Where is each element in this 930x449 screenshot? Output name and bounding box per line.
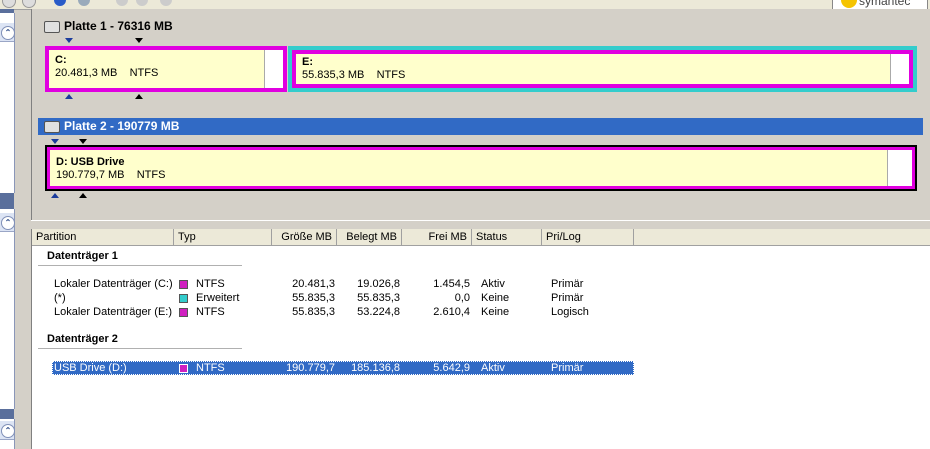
table-row[interactable]: Lokaler Datenträger (E:) NTFS 55.835,3 5… xyxy=(32,305,930,319)
column-header-free[interactable]: Frei MB xyxy=(402,229,472,245)
cell-prilog: Primär xyxy=(551,362,584,374)
cell-status: Keine xyxy=(481,306,510,318)
cell-free: 5.642,9 xyxy=(433,362,470,374)
column-header-size[interactable]: Größe MB xyxy=(272,229,337,245)
help-icon[interactable] xyxy=(54,0,66,6)
cell-type: NTFS xyxy=(196,362,225,374)
group-title: Datenträger 2 xyxy=(47,333,118,345)
partition-marker-icon xyxy=(51,139,59,144)
filesystem-color-icon xyxy=(179,294,188,303)
cell-prilog: Primär xyxy=(551,292,584,304)
collapse-panel-button[interactable]: ⌃ xyxy=(0,23,15,42)
column-header-used[interactable]: Belegt MB xyxy=(337,229,402,245)
partition-marker-icon xyxy=(65,38,73,43)
column-header-partition[interactable]: Partition xyxy=(32,229,174,245)
task-pane: ⌃ ⌃ ⌃ xyxy=(0,9,15,449)
partition-marker-icon xyxy=(79,139,87,144)
cell-free: 1.454,5 xyxy=(433,278,470,290)
undo-icon[interactable] xyxy=(116,0,128,6)
cell-size: 190.779,7 xyxy=(286,362,335,374)
cell-status: Keine xyxy=(481,292,510,304)
partition-free-space xyxy=(890,54,909,84)
chevron-up-icon: ⌃ xyxy=(1,216,15,230)
disk-map: Platte 1 - 76316 MB C: 20.481,3 MB NTFS … xyxy=(31,9,930,220)
list-header: Partition Typ Größe MB Belegt MB Frei MB… xyxy=(32,229,930,246)
cell-partition: Lokaler Datenträger (E:) xyxy=(54,306,172,318)
cell-status: Aktiv xyxy=(481,278,505,290)
disk-header-1[interactable]: Platte 1 - 76316 MB xyxy=(38,18,923,35)
cell-prilog: Primär xyxy=(551,278,584,290)
table-row-selected[interactable]: USB Drive (D:) NTFS 190.779,7 185.136,8 … xyxy=(32,361,930,375)
column-header-prilog[interactable]: Pri/Log xyxy=(542,229,634,245)
toolbar-button-icon[interactable] xyxy=(22,0,36,8)
cell-partition: (*) xyxy=(54,292,66,304)
partition-marker-icon xyxy=(79,193,87,198)
partition-size: 20.481,3 MB NTFS xyxy=(55,67,159,79)
group-title: Datenträger 1 xyxy=(47,250,118,262)
task-panel xyxy=(0,209,15,409)
toolbar-button-icon[interactable] xyxy=(2,0,16,8)
partition-size: 55.835,3 MB NTFS xyxy=(302,69,406,81)
cell-free: 0,0 xyxy=(454,292,470,304)
partition-label: E: xyxy=(302,56,313,68)
group-divider xyxy=(38,348,242,349)
chevron-up-icon: ⌃ xyxy=(1,26,15,40)
disk-header-2[interactable]: Platte 2 - 190779 MB xyxy=(38,118,923,135)
cell-size: 20.481,3 xyxy=(292,278,335,290)
partition-list: Partition Typ Größe MB Belegt MB Frei MB… xyxy=(31,229,930,449)
cell-status: Aktiv xyxy=(481,362,505,374)
cell-free: 2.610,4 xyxy=(433,306,470,318)
filesystem-color-icon xyxy=(179,280,188,289)
partition-free-space xyxy=(264,50,283,88)
cell-partition: Lokaler Datenträger (C:) xyxy=(54,278,173,290)
hard-disk-icon xyxy=(44,121,60,133)
cell-prilog: Logisch xyxy=(551,306,589,318)
partition-d[interactable]: D: USB Drive 190.779,7 MB NTFS xyxy=(47,147,915,189)
cell-used: 19.026,8 xyxy=(357,278,400,290)
partition-marker-icon xyxy=(135,38,143,43)
partition-size: 190.779,7 MB NTFS xyxy=(56,169,166,181)
partition-e[interactable]: E: 55.835,3 MB NTFS xyxy=(292,50,913,88)
partition-label: C: xyxy=(55,54,67,66)
filesystem-color-icon xyxy=(179,364,188,373)
partition-marker-icon xyxy=(51,193,59,198)
collapse-panel-button[interactable]: ⌃ xyxy=(0,421,15,440)
cell-type: Erweitert xyxy=(196,292,240,304)
hard-disk-icon xyxy=(44,21,60,33)
partition-label: D: USB Drive xyxy=(56,156,125,168)
chevron-up-icon: ⌃ xyxy=(1,424,15,438)
cell-type: NTFS xyxy=(196,278,225,290)
cell-partition: USB Drive (D:) xyxy=(54,362,127,374)
table-row[interactable]: (*) Erweitert 55.835,3 55.835,3 0,0 Kein… xyxy=(32,291,930,305)
cell-used: 185.136,8 xyxy=(351,362,400,374)
usb-drive-partition-frame[interactable]: D: USB Drive 190.779,7 MB NTFS xyxy=(45,145,917,191)
extended-partition[interactable]: E: 55.835,3 MB NTFS xyxy=(288,46,917,92)
cell-used: 55.835,3 xyxy=(357,292,400,304)
collapse-panel-button[interactable]: ⌃ xyxy=(0,213,15,232)
redo-icon[interactable] xyxy=(136,0,148,6)
cell-used: 53.224,8 xyxy=(357,306,400,318)
cell-size: 55.835,3 xyxy=(292,306,335,318)
disk-title: Platte 2 - 190779 MB xyxy=(64,119,180,133)
partition-marker-icon xyxy=(135,94,143,99)
partition-free-space xyxy=(887,150,912,186)
partition-c[interactable]: C: 20.481,3 MB NTFS xyxy=(45,46,287,92)
table-row[interactable]: Lokaler Datenträger (C:) NTFS 20.481,3 1… xyxy=(32,277,930,291)
toolbar-button-icon[interactable] xyxy=(78,0,90,6)
group-divider xyxy=(38,265,242,266)
brand-text: symantec xyxy=(859,0,911,8)
symantec-logo-icon xyxy=(841,0,857,8)
column-header-status[interactable]: Status xyxy=(472,229,542,245)
cell-size: 55.835,3 xyxy=(292,292,335,304)
cell-type: NTFS xyxy=(196,306,225,318)
filesystem-color-icon xyxy=(179,308,188,317)
disk-title: Platte 1 - 76316 MB xyxy=(64,19,173,33)
column-header-type[interactable]: Typ xyxy=(174,229,272,245)
partition-marker-icon xyxy=(65,94,73,99)
apply-icon[interactable] xyxy=(160,0,172,6)
